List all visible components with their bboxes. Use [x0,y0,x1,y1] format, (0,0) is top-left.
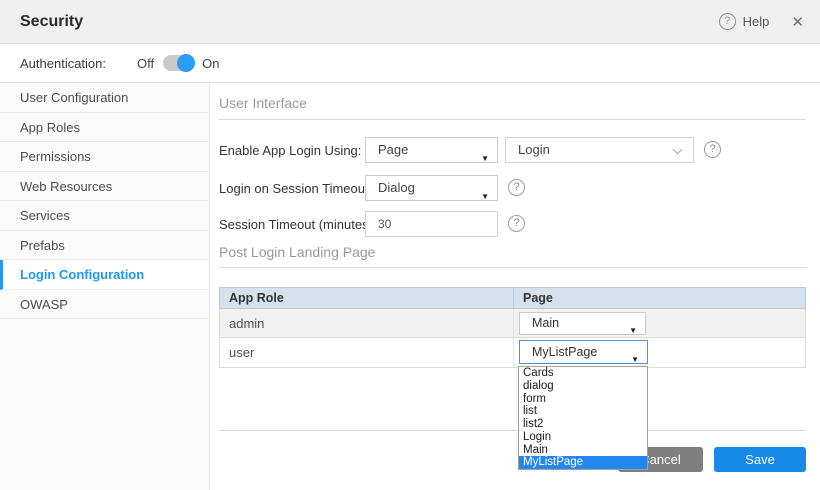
enable-app-login-help-icon[interactable]: ? [704,141,721,158]
sidebar-item-owasp[interactable]: OWASP [0,290,209,320]
login-page-value: Login [518,142,550,157]
login-on-timeout-help-icon[interactable]: ? [508,179,525,196]
security-dialog: Security ? Help ✕ Authentication: Off On… [0,0,820,490]
table-header-row: App Role Page [219,287,806,309]
sidebar-item-web-resources[interactable]: Web Resources [0,172,209,202]
user-page-select[interactable]: MyListPage ▼ [519,340,648,364]
admin-page-select[interactable]: Main ▼ [519,312,646,335]
sidebar-item-services[interactable]: Services [0,201,209,231]
sidebar-item-prefabs[interactable]: Prefabs [0,231,209,261]
section-title-user-interface: User Interface [219,95,307,111]
enable-app-login-label: Enable App Login Using: [219,143,361,158]
dropdown-option-dialog[interactable]: dialog [519,380,647,393]
dropdown-option-list2[interactable]: list2 [519,418,647,431]
user-page-value: MyListPage [532,345,597,359]
page-dropdown-list: Cards dialog form list list2 Login Main … [518,366,648,470]
chevron-down-icon [673,145,683,155]
dropdown-option-mylistpage[interactable]: MyListPage [519,456,647,469]
page-cell: MyListPage ▼ [514,338,805,367]
session-timeout-help-icon[interactable]: ? [508,215,525,232]
dropdown-option-list[interactable]: list [519,405,647,418]
landing-page-table: App Role Page admin Main ▼ user MyListPa… [219,287,806,368]
authentication-bar: Authentication: Off On [0,44,820,83]
table-header-page: Page [514,288,805,308]
toggle-off-label: Off [137,56,154,71]
table-row-user: user MyListPage ▼ [219,338,806,368]
toggle-knob [177,54,195,72]
header-actions: ? Help ✕ [719,13,804,31]
section-divider [219,119,806,120]
close-icon[interactable]: ✕ [791,13,804,31]
table-row-admin: admin Main ▼ [219,309,806,338]
admin-page-value: Main [532,316,559,330]
login-type-select[interactable]: Page ▼ [365,137,498,163]
save-button[interactable]: Save [714,447,806,472]
sidebar-item-app-roles[interactable]: App Roles [0,113,209,143]
table-header-app-role: App Role [220,288,514,308]
authentication-toggle[interactable] [163,55,193,71]
help-icon[interactable]: ? [719,13,736,30]
caret-down-icon: ▼ [481,147,489,171]
help-link[interactable]: Help [743,14,770,29]
footer-divider [219,430,806,431]
section-title-post-login: Post Login Landing Page [219,244,375,260]
sidebar-item-permissions[interactable]: Permissions [0,142,209,172]
session-timeout-label: Session Timeout (minutes): [219,217,377,232]
page-cell: Main ▼ [514,309,805,337]
login-on-timeout-label: Login on Session Timeout: [219,181,372,196]
login-type-value: Page [378,142,408,157]
login-on-timeout-select[interactable]: Dialog ▼ [365,175,498,201]
dropdown-option-main[interactable]: Main [519,444,647,457]
page-title: Security [20,13,83,31]
session-timeout-input[interactable] [365,211,498,237]
authentication-label: Authentication: [20,56,106,71]
sidebar-item-user-configuration[interactable]: User Configuration [0,83,209,113]
dialog-header: Security ? Help ✕ [0,0,820,44]
caret-down-icon: ▼ [481,185,489,209]
settings-sidebar: User Configuration App Roles Permissions… [0,83,210,490]
section-divider [219,267,806,268]
dropdown-option-login[interactable]: Login [519,431,647,444]
dropdown-option-form[interactable]: form [519,393,647,406]
toggle-on-label: On [202,56,219,71]
login-on-timeout-value: Dialog [378,180,415,195]
role-cell: admin [220,309,514,337]
dropdown-option-cards[interactable]: Cards [519,367,647,380]
login-page-select[interactable]: Login [505,137,694,163]
role-cell: user [220,338,514,367]
sidebar-item-login-configuration[interactable]: Login Configuration [0,260,209,290]
